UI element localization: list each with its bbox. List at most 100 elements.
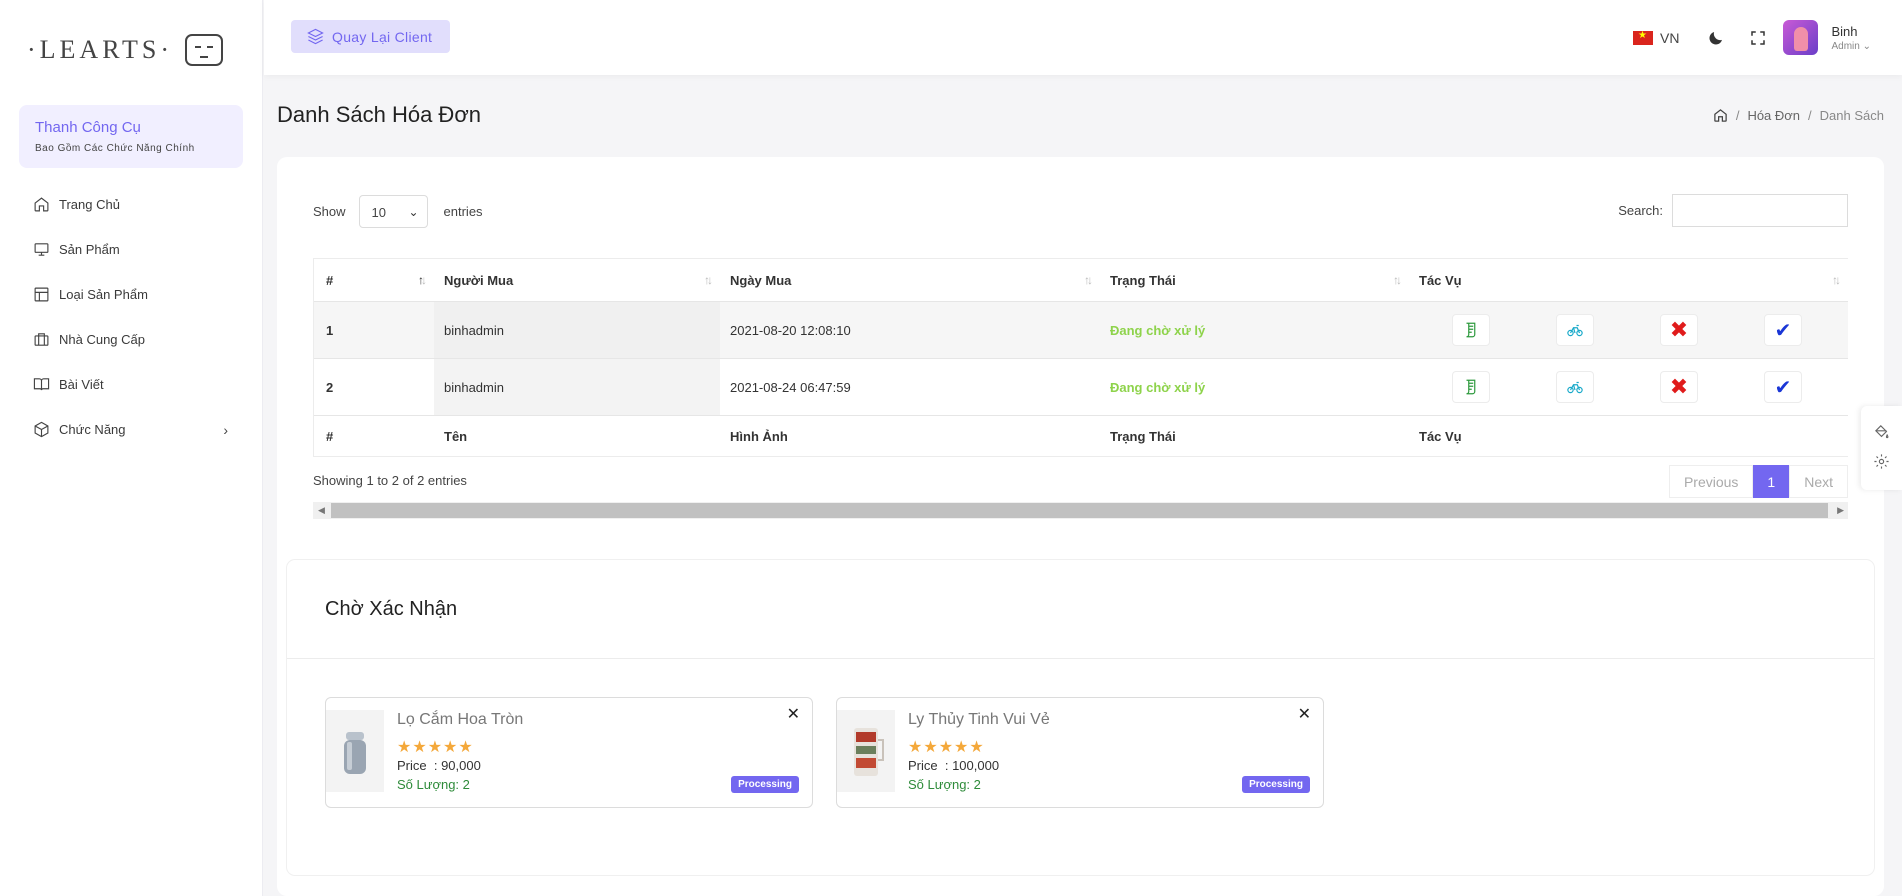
receipt-icon [1466, 322, 1476, 338]
product-quantity: Số Lượng: 2 [397, 777, 470, 792]
bicycle-icon [1567, 324, 1583, 337]
customizer-panel [1861, 406, 1902, 490]
horizontal-scrollbar[interactable]: ◀ ▶ [313, 502, 1848, 519]
cell-date: 2021-08-24 06:47:59 [730, 379, 851, 395]
sidebar-item-suppliers[interactable]: Nhà Cung Cấp [0, 317, 262, 362]
entries-label: entries [443, 204, 483, 219]
quantity-label: Số Lượng: [908, 777, 971, 792]
price-value: 100,000 [952, 758, 1000, 773]
close-icon[interactable]: ✕ [787, 704, 800, 724]
column-header-status[interactable]: Trạng Thái ↑↓ [1100, 259, 1409, 301]
cross-icon: ✖ [1669, 317, 1689, 342]
scroll-left-arrow-icon[interactable]: ◀ [318, 505, 325, 516]
pagination-previous[interactable]: Previous [1668, 465, 1754, 498]
product-price: Price : 100,000 [908, 758, 1000, 773]
divider [287, 658, 1874, 659]
sidebar-item-label: Trang Chủ [59, 197, 120, 212]
layers-icon [307, 28, 324, 45]
user-name: Binh [1831, 23, 1858, 39]
sidebar-item-functions[interactable]: Chức Năng › [0, 407, 262, 452]
ship-invoice-button[interactable] [1556, 371, 1594, 403]
cancel-invoice-button[interactable]: ✖ [1660, 371, 1698, 403]
sort-icon: ↑↓ [1832, 273, 1841, 287]
gear-icon[interactable] [1873, 453, 1890, 470]
column-header-buyer[interactable]: Người Mua ↑↓ [434, 259, 720, 301]
receipt-icon [1466, 379, 1476, 395]
pagination-page-1[interactable]: 1 [1753, 465, 1790, 498]
cancel-invoice-button[interactable]: ✖ [1660, 314, 1698, 346]
confirm-invoice-button[interactable]: ✔ [1764, 314, 1802, 346]
page-title: Danh Sách Hóa Đơn [277, 102, 481, 127]
entries-length-control: Show 10 ⌄ entries [313, 195, 483, 228]
sidebar-item-posts[interactable]: Bài Viết [0, 362, 262, 407]
check-icon: ✔ [1774, 319, 1792, 342]
confirm-invoice-button[interactable]: ✔ [1764, 371, 1802, 403]
footer-status: Trạng Thái [1110, 428, 1176, 444]
toolbox-subtitle: Bao Gồm Các Chức Năng Chính [35, 143, 195, 154]
footer-name: Tên [444, 428, 468, 444]
price-value: 90,000 [441, 758, 481, 773]
sidebar-item-products[interactable]: Sản Phẩm [0, 227, 262, 272]
product-image [837, 710, 895, 792]
pending-title: Chờ Xác Nhận [325, 598, 458, 620]
paint-bucket-icon[interactable] [1873, 423, 1890, 440]
sidebar-item-label: Chức Năng [59, 422, 126, 437]
sidebar-item-home[interactable]: Trang Chủ [0, 182, 262, 227]
column-header-label: Người Mua [444, 272, 514, 288]
package-icon [34, 421, 49, 438]
status-badge: Processing [731, 776, 799, 793]
home-icon[interactable] [1713, 108, 1728, 123]
pending-confirmation-card: Chờ Xác Nhận Lọ Cắm Hoa Tròn ★★★★★ Price… [287, 560, 1874, 875]
cross-icon: ✖ [1669, 374, 1689, 399]
ship-invoice-button[interactable] [1556, 314, 1594, 346]
table-info: Showing 1 to 2 of 2 entries [313, 473, 467, 488]
cell-status: Đang chờ xử lý [1100, 302, 1409, 358]
view-invoice-button[interactable] [1452, 371, 1490, 403]
vase-image [344, 732, 366, 774]
close-icon[interactable]: ✕ [1298, 704, 1311, 724]
fullscreen-icon[interactable] [1749, 29, 1767, 47]
breadcrumb-item-invoices[interactable]: Hóa Đơn [1747, 108, 1800, 123]
footer-image: Hình Ảnh [730, 428, 788, 444]
brand-logo[interactable]: ·LEARTS· [0, 0, 262, 100]
sidebar-item-label: Bài Viết [59, 377, 104, 392]
price-label: Price [908, 758, 938, 773]
product-name: Ly Thủy Tinh Vui Vẻ [908, 711, 1050, 728]
chevron-down-icon: ⌄ [408, 205, 419, 219]
footer-id: # [326, 428, 334, 444]
toolbox-title: Thanh Công Cụ [35, 119, 141, 136]
scroll-right-arrow-icon[interactable]: ▶ [1837, 505, 1844, 516]
scrollbar-thumb[interactable] [331, 503, 1828, 518]
search-input[interactable] [1672, 194, 1848, 227]
price-label: Price [397, 758, 427, 773]
language-selector[interactable]: VN [1660, 30, 1679, 46]
pagination-next[interactable]: Next [1789, 465, 1848, 498]
table-header-row: # ↑↓ Người Mua ↑↓ Ngày Mua ↑↓ Trạng Thái ↑↓ … [314, 259, 1848, 302]
column-header-actions[interactable]: Tác Vụ ↑↓ [1409, 259, 1848, 301]
header-actions: VN Binh Admin ⌄ [1633, 0, 1902, 75]
entries-select[interactable]: 10 ⌄ [358, 195, 428, 228]
star-rating: ★★★★★ [908, 739, 985, 756]
moon-icon[interactable] [1707, 29, 1725, 47]
view-invoice-button[interactable] [1452, 314, 1490, 346]
cell-id: 2 [326, 379, 334, 395]
status-badge: Processing [1242, 776, 1310, 793]
column-header-label: # [326, 272, 334, 288]
breadcrumb-separator: / [1808, 108, 1812, 123]
column-header-id[interactable]: # ↑↓ [314, 259, 434, 301]
vietnam-flag-icon[interactable] [1633, 30, 1654, 45]
quantity-value: 2 [973, 777, 981, 792]
book-icon [33, 378, 50, 391]
logo-text: ·LEARTS· [27, 35, 173, 64]
product-image [326, 710, 384, 792]
avatar[interactable] [1783, 20, 1819, 55]
sidebar-item-label: Loại Sản Phẩm [59, 287, 148, 302]
column-header-date[interactable]: Ngày Mua ↑↓ [720, 259, 1100, 301]
back-to-client-button[interactable]: Quay Lại Client [291, 20, 451, 53]
table-row: 2 binhadmin 2021-08-24 06:47:59 Đang chờ… [314, 359, 1848, 416]
user-menu[interactable]: Binh Admin ⌄ [1831, 24, 1871, 52]
home-icon [34, 197, 49, 212]
pagination: Previous 1 Next [1668, 465, 1848, 498]
sort-icon: ↑↓ [418, 273, 427, 287]
sidebar-item-categories[interactable]: Loại Sản Phẩm [0, 272, 262, 317]
